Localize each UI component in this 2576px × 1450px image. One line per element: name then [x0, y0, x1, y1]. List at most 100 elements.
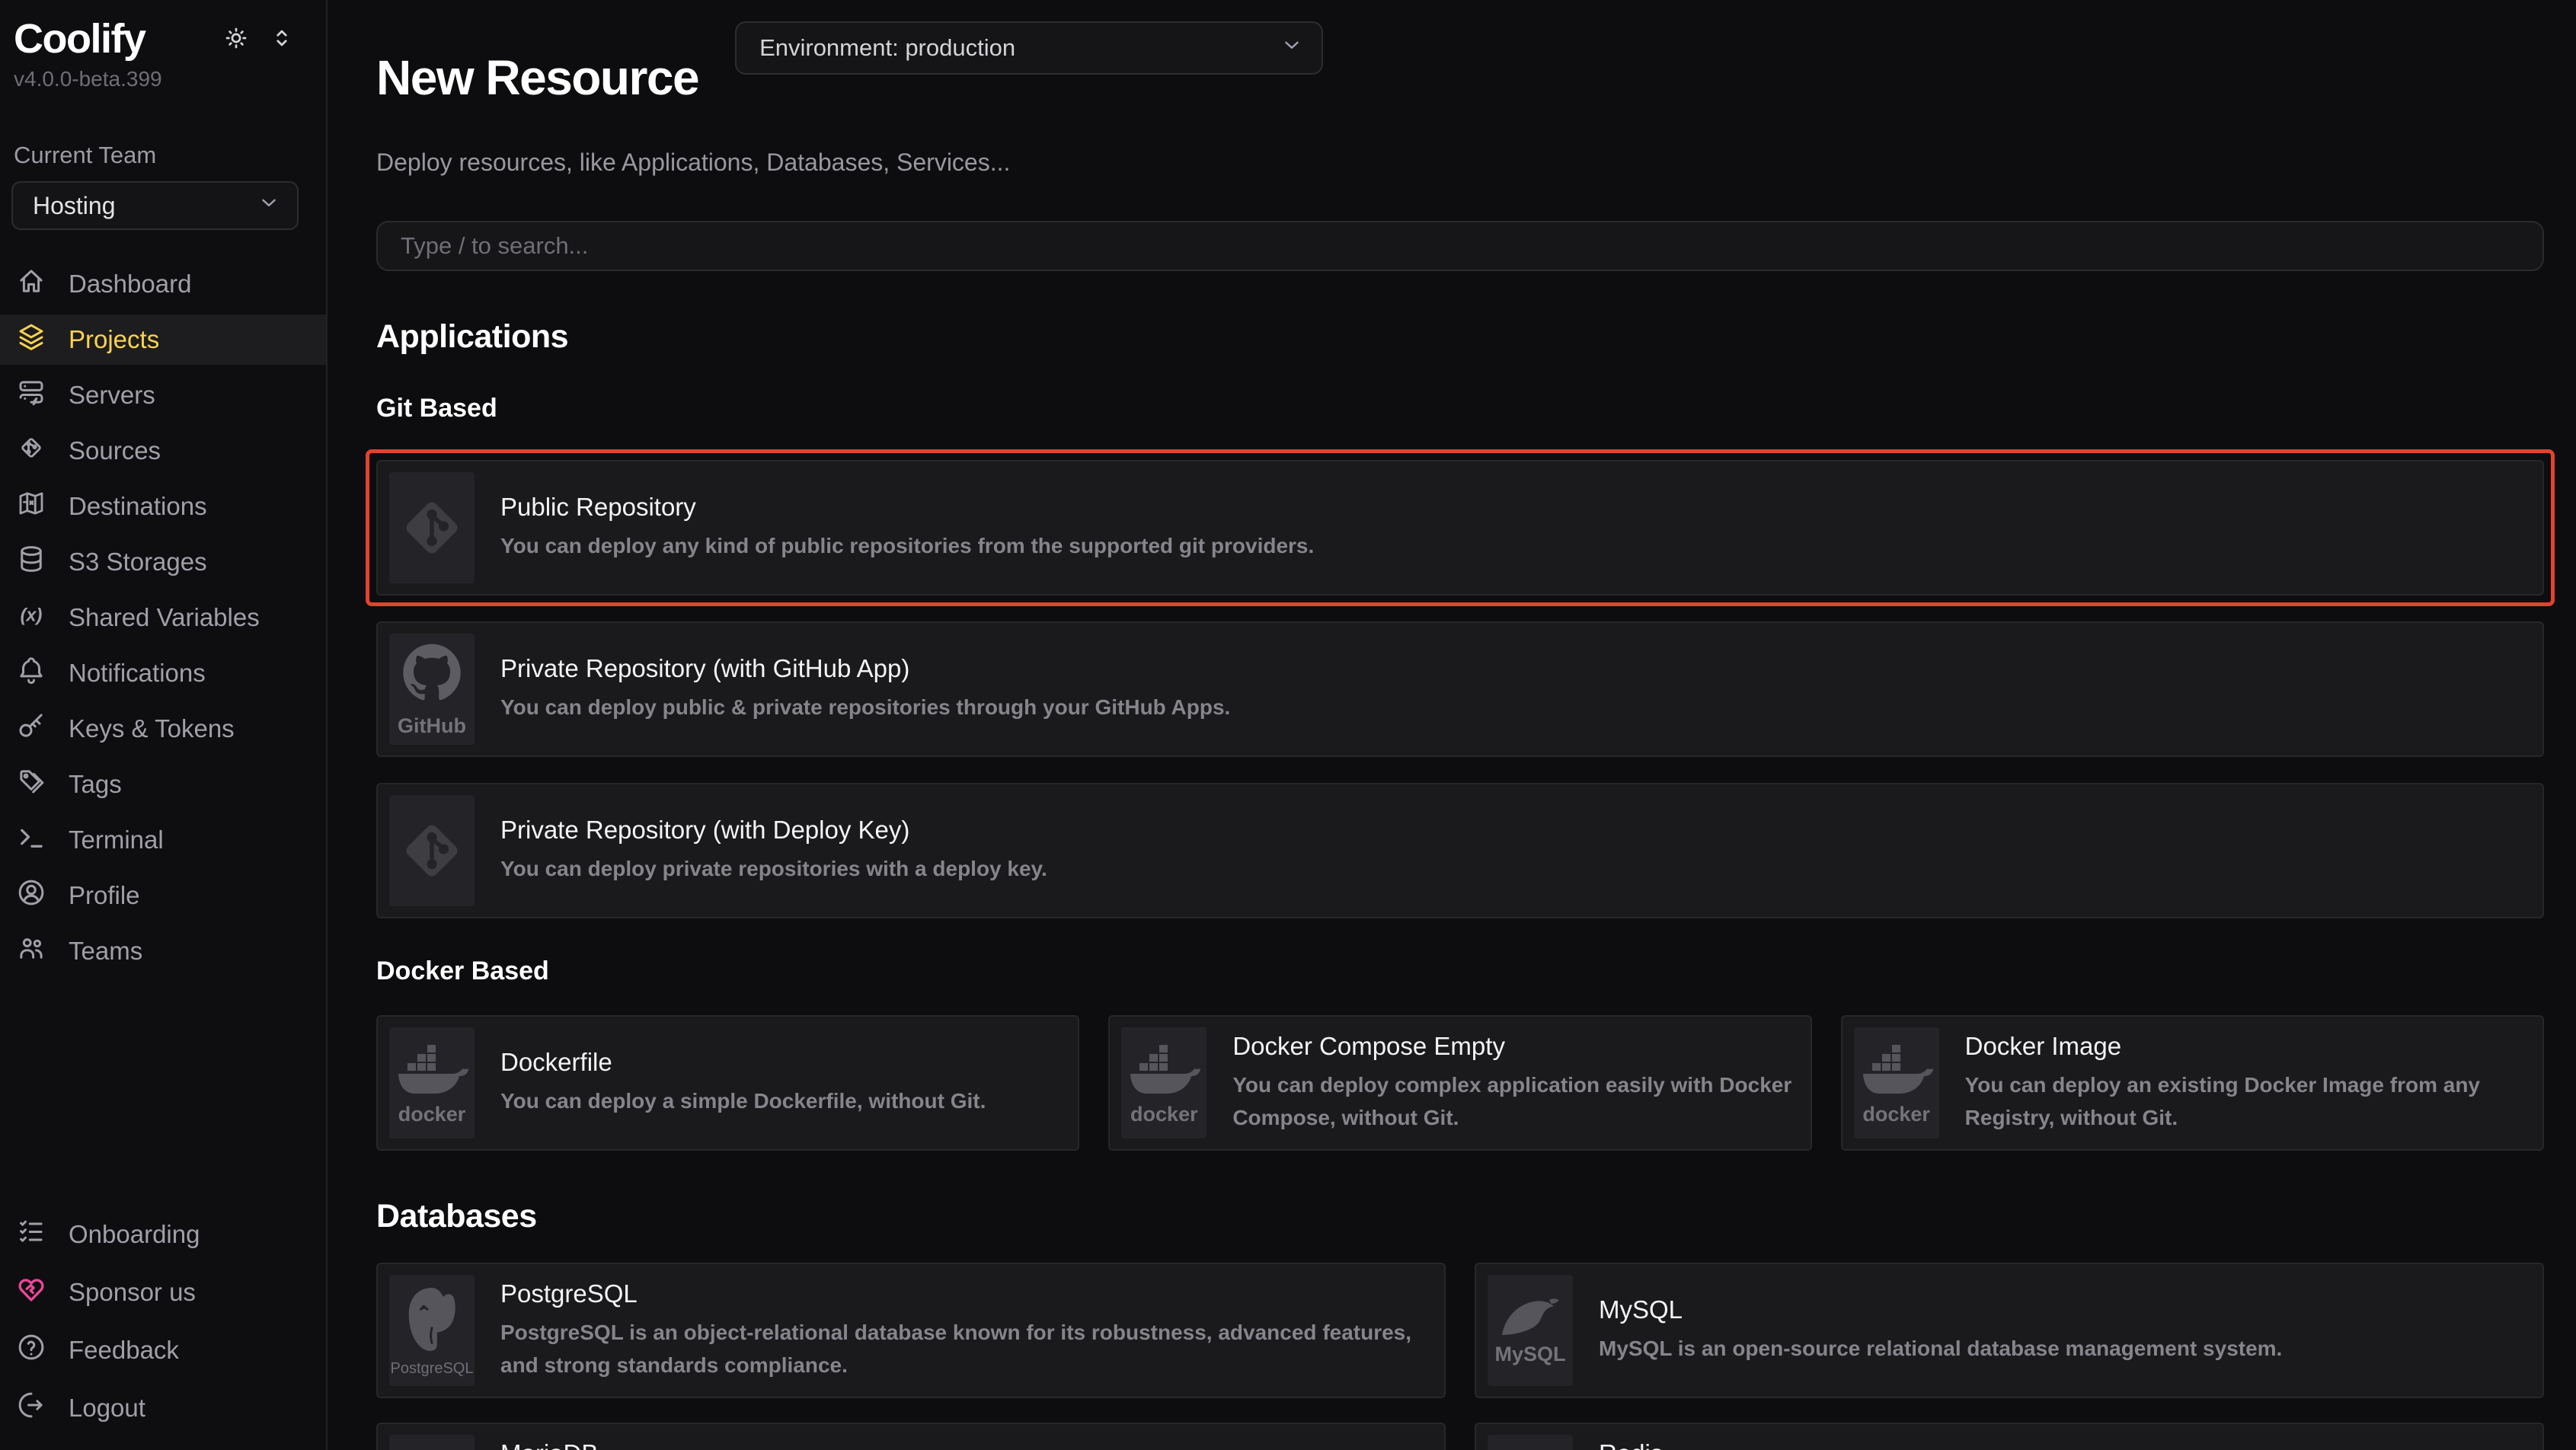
- chevron-down-icon: [1280, 34, 1303, 62]
- card-description: You can deploy private repositories with…: [500, 852, 1047, 885]
- svg-text:(x): (x): [21, 605, 43, 625]
- sidebar-item-servers[interactable]: Servers: [0, 370, 326, 420]
- sidebar-nav: Dashboard Projects Servers Sources Desti…: [0, 259, 326, 976]
- postgresql-wordmark: PostgreSQL: [391, 1361, 474, 1376]
- card-description: You can deploy a simple Dockerfile, with…: [500, 1084, 986, 1117]
- sidebar-item-s3-storages[interactable]: S3 Storages: [0, 537, 326, 587]
- logout-icon: [15, 1389, 69, 1427]
- sidebar-item-notifications[interactable]: Notifications: [0, 648, 326, 698]
- applications-section-title: Applications: [376, 318, 2544, 356]
- sidebar-item-label: Dashboard: [69, 270, 191, 299]
- sidebar-item-onboarding[interactable]: Onboarding: [0, 1209, 326, 1260]
- coolify-app: Coolify v4.0.0-beta.399 Current Team Hos…: [0, 0, 2576, 1450]
- theme-toggle-sun-icon[interactable]: [222, 24, 250, 56]
- github-icon: GitHub: [389, 634, 475, 745]
- sidebar-item-label: Notifications: [69, 659, 206, 688]
- page-title: New Resource: [376, 53, 698, 104]
- card-mysql[interactable]: MySQL MySQL MySQL is an open-source rela…: [1475, 1263, 2544, 1398]
- database-cards-grid: PostgreSQL PostgreSQL PostgreSQL is an o…: [376, 1263, 2544, 1450]
- mysql-wordmark: MySQL: [1494, 1344, 1565, 1365]
- sidebar-item-label: Projects: [69, 325, 159, 354]
- card-title: Docker Image: [1965, 1032, 2531, 1061]
- user-circle-icon: [15, 877, 69, 915]
- page-subtitle: Deploy resources, like Applications, Dat…: [376, 149, 2544, 177]
- brand-controls: [222, 24, 296, 56]
- postgresql-icon: PostgreSQL: [389, 1275, 475, 1386]
- card-private-repository-deploy-key[interactable]: Private Repository (with Deploy Key) You…: [376, 783, 2544, 918]
- docker-icon: docker: [389, 1027, 475, 1139]
- card-description: You can deploy public & private reposito…: [500, 691, 1230, 723]
- sidebar-item-label: Profile: [69, 881, 140, 910]
- card-public-repository[interactable]: Public Repository You can deploy any kin…: [376, 460, 2544, 596]
- sidebar-item-destinations[interactable]: Destinations: [0, 481, 326, 532]
- sidebar-item-label: Servers: [69, 381, 155, 410]
- sidebar-item-shared-variables[interactable]: (x) Shared Variables: [0, 592, 326, 643]
- sidebar-item-teams[interactable]: Teams: [0, 926, 326, 976]
- docker-icon: docker: [1121, 1027, 1207, 1139]
- card-postgresql[interactable]: PostgreSQL PostgreSQL PostgreSQL is an o…: [376, 1263, 1446, 1398]
- team-select-value: Hosting: [33, 192, 116, 220]
- card-description: You can deploy complex application easil…: [1232, 1068, 1798, 1135]
- help-circle-icon: [15, 1331, 69, 1369]
- app-version: v4.0.0-beta.399: [0, 59, 326, 91]
- docker-wordmark: docker: [398, 1104, 466, 1125]
- heart-icon: [15, 1273, 69, 1311]
- card-docker-compose-empty[interactable]: docker Docker Compose Empty You can depl…: [1108, 1015, 1811, 1151]
- card-dockerfile[interactable]: docker Dockerfile You can deploy a simpl…: [376, 1015, 1079, 1151]
- card-text: MySQL MySQL is an open-source relational…: [1599, 1295, 2282, 1365]
- variable-icon: (x): [15, 599, 69, 637]
- sidebar-item-label: Sources: [69, 436, 161, 465]
- docker-cards-row: docker Dockerfile You can deploy a simpl…: [376, 1015, 2544, 1151]
- sidebar-item-profile[interactable]: Profile: [0, 870, 326, 921]
- docker-wordmark: docker: [1130, 1104, 1198, 1125]
- databases-section-title: Databases: [376, 1198, 2544, 1235]
- theme-selector-icon[interactable]: [268, 24, 296, 56]
- card-description: MySQL is an open-source relational datab…: [1599, 1332, 2282, 1365]
- environment-select[interactable]: Environment: production: [735, 21, 1323, 75]
- chevron-down-icon: [257, 191, 280, 220]
- docker-icon: docker: [1854, 1027, 1939, 1139]
- map-icon: [15, 487, 69, 525]
- users-icon: [15, 932, 69, 970]
- card-title: Public Repository: [500, 493, 1314, 522]
- mysql-icon: MySQL: [1488, 1275, 1573, 1386]
- card-text: MariaDB MariaDB is a community-developed…: [500, 1439, 1433, 1450]
- card-mariadb[interactable]: MariaDB MariaDB MariaDB is a community-d…: [376, 1423, 1446, 1450]
- search-input[interactable]: [376, 221, 2544, 271]
- sidebar-item-label: Terminal: [69, 826, 164, 854]
- sidebar-item-terminal[interactable]: Terminal: [0, 815, 326, 865]
- docker-wordmark: docker: [1862, 1104, 1930, 1125]
- card-private-repository-github-app[interactable]: GitHub Private Repository (with GitHub A…: [376, 621, 2544, 757]
- sidebar-item-logout[interactable]: Logout: [0, 1383, 326, 1433]
- sidebar-item-label: Onboarding: [69, 1220, 200, 1249]
- card-redis[interactable]: redis Redis Redis is a source-available,…: [1475, 1423, 2544, 1450]
- current-team-label: Current Team: [0, 91, 326, 169]
- docker-based-group-title: Docker Based: [376, 957, 2544, 986]
- sidebar-item-label: Sponsor us: [69, 1278, 196, 1307]
- github-wordmark: GitHub: [398, 716, 466, 736]
- git-icon: [389, 795, 475, 906]
- sidebar-item-label: Tags: [69, 770, 122, 799]
- sidebar-item-sources[interactable]: Sources: [0, 426, 326, 476]
- home-icon: [15, 265, 69, 303]
- sidebar-item-keys-tokens[interactable]: Keys & Tokens: [0, 704, 326, 754]
- card-title: MariaDB: [500, 1439, 1433, 1450]
- redis-icon: redis: [1488, 1435, 1573, 1450]
- card-title: PostgreSQL: [500, 1279, 1433, 1308]
- sidebar-item-projects[interactable]: Projects: [0, 315, 326, 365]
- sidebar-item-tags[interactable]: Tags: [0, 759, 326, 810]
- sidebar-item-dashboard[interactable]: Dashboard: [0, 259, 326, 309]
- environment-select-value: Environment: production: [759, 34, 1015, 62]
- card-docker-image[interactable]: docker Docker Image You can deploy an ex…: [1841, 1015, 2544, 1151]
- brand-row: Coolify: [0, 0, 326, 59]
- main-content: New Resource Environment: production Dep…: [328, 0, 2576, 1450]
- bell-icon: [15, 654, 69, 692]
- team-select[interactable]: Hosting: [11, 181, 299, 230]
- card-text: Docker Compose Empty You can deploy comp…: [1232, 1032, 1798, 1135]
- checklist-icon: [15, 1215, 69, 1254]
- layers-icon: [15, 321, 69, 359]
- sidebar-item-sponsor-us[interactable]: Sponsor us: [0, 1267, 326, 1317]
- card-title: Docker Compose Empty: [1232, 1032, 1798, 1061]
- sidebar-item-feedback[interactable]: Feedback: [0, 1325, 326, 1375]
- card-description: You can deploy an existing Docker Image …: [1965, 1068, 2531, 1135]
